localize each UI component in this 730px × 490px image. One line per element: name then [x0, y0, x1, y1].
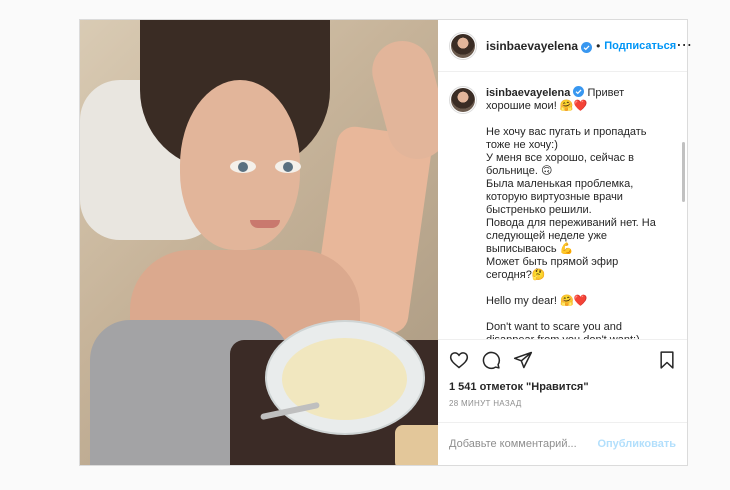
- avatar-image: [451, 88, 475, 112]
- action-bar: [438, 339, 687, 379]
- publish-button[interactable]: Опубликовать: [597, 438, 676, 450]
- photo-right-eye: [275, 160, 301, 173]
- verified-badge-icon: [573, 86, 585, 97]
- follow-button[interactable]: Подписаться: [604, 40, 676, 52]
- photo-mouth: [250, 220, 280, 228]
- heart-icon[interactable]: [449, 350, 469, 370]
- caption-row: isinbaevayelena Привет хорошие мои! 🤗❤️ …: [449, 86, 675, 339]
- caption-text: isinbaevayelena Привет хорошие мои! 🤗❤️ …: [486, 86, 658, 339]
- share-icon[interactable]: [513, 350, 533, 370]
- instagram-post-card: isinbaevayelena • Подписаться ⋯ isinbaev…: [79, 19, 692, 466]
- caption-body: Привет хорошие мои! 🤗❤️ Не хочу вас пуга…: [486, 87, 656, 339]
- caption-scrollbar[interactable]: [682, 142, 685, 202]
- comment-input[interactable]: [449, 438, 598, 450]
- photo-bread: [395, 425, 438, 465]
- post-sidebar: isinbaevayelena • Подписаться ⋯ isinbaev…: [438, 20, 692, 465]
- verified-badge-icon: [581, 40, 593, 53]
- avatar-image: [451, 33, 475, 58]
- caption-area: isinbaevayelena Привет хорошие мои! 🤗❤️ …: [438, 72, 687, 339]
- separator-dot: •: [596, 38, 601, 53]
- caption-username[interactable]: isinbaevayelena: [486, 87, 570, 99]
- post-timestamp[interactable]: 28 МИНУТ НАЗАД: [438, 398, 687, 410]
- post-photo[interactable]: [80, 20, 438, 465]
- comment-bar: Опубликовать: [438, 422, 687, 465]
- comment-icon[interactable]: [481, 350, 501, 370]
- photo-left-eye: [230, 160, 256, 173]
- caption-avatar[interactable]: [449, 86, 477, 114]
- more-options-icon[interactable]: ⋯: [676, 37, 693, 53]
- post-header: isinbaevayelena • Подписаться ⋯: [438, 20, 692, 72]
- bookmark-icon[interactable]: [657, 350, 677, 370]
- header-username[interactable]: isinbaevayelena: [486, 39, 578, 53]
- likes-count[interactable]: 1 541 отметок "Нравится": [438, 379, 687, 395]
- profile-avatar[interactable]: [449, 31, 477, 60]
